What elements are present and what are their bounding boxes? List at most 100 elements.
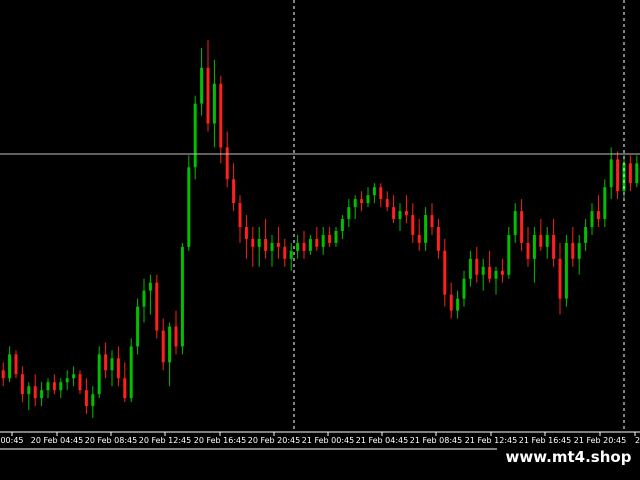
candle-body-bear: [264, 238, 268, 251]
candle-body-bull: [136, 306, 140, 347]
candle-body-bull: [46, 382, 50, 391]
candle-body-bull: [545, 234, 549, 247]
candle-body-bear: [552, 234, 556, 259]
x-tick-label: 21 Feb 04:45: [356, 436, 408, 445]
candle-body-bull: [180, 246, 184, 347]
candle-body-bear: [392, 207, 396, 220]
candle-body-bull: [494, 270, 498, 279]
candle-body-bear: [244, 227, 248, 239]
candle-body-bear: [404, 211, 408, 216]
candle-body-bull: [308, 238, 312, 251]
candle-body-bear: [526, 242, 530, 259]
candle-body-bear: [20, 374, 24, 395]
candle-body-bear: [539, 234, 543, 247]
candle-body-bear: [628, 163, 632, 184]
candle-body-bull: [40, 390, 44, 399]
watermark-text: www.mt4.shop: [497, 444, 640, 470]
candle-body-bear: [385, 199, 389, 208]
candle-body-bear: [520, 211, 524, 243]
candle-body-bull: [142, 290, 146, 307]
candle-body-bear: [616, 159, 620, 192]
x-tick-label: 20 Feb 08:45: [85, 436, 137, 445]
candle-body-bear: [116, 358, 120, 379]
candle-body-bull: [59, 382, 63, 391]
x-tick-label: 00:45: [0, 436, 23, 445]
x-tick-label: 20 Feb 20:45: [248, 436, 300, 445]
candle-body-bear: [379, 187, 383, 200]
candle-body-bear: [558, 258, 562, 299]
candle-body-bear: [488, 266, 492, 279]
candle-body-bull: [148, 282, 152, 291]
candle-body-bull: [462, 278, 466, 299]
candle-body-bull: [200, 67, 204, 104]
candle-body-bull: [513, 211, 517, 235]
candle-body-bear: [84, 390, 88, 407]
candle-body-bear: [251, 238, 255, 247]
candle-body-bull: [564, 242, 568, 299]
candle-body-bull: [507, 234, 511, 275]
candle-body-bear: [276, 242, 280, 247]
chart-window: 00:45 20 Feb 04:45 20 Feb 08:45 20 Feb 12:4…: [0, 0, 640, 480]
candle-body-bear: [360, 199, 364, 204]
candle-body-bear: [417, 234, 421, 243]
candle-body-bear: [1, 370, 5, 379]
candle-body-bear: [232, 179, 236, 204]
candle-body-bull: [168, 326, 172, 363]
candle-body-bear: [104, 354, 108, 371]
candle-body-bear: [436, 227, 440, 251]
candle-body-bear: [33, 386, 37, 399]
candle-body-bear: [174, 326, 178, 347]
candle-body-bull: [609, 159, 613, 188]
x-tick-label: 21 Feb 00:45: [302, 436, 354, 445]
candle-body-bear: [225, 147, 229, 180]
candle-body-bull: [212, 83, 216, 124]
candle-body-bull: [366, 195, 370, 204]
candle-body-bull: [129, 346, 133, 399]
candle-body-bull: [91, 394, 95, 407]
candle-body-bear: [238, 203, 242, 227]
candle-body-bear: [123, 378, 127, 399]
candle-body-bull: [590, 211, 594, 227]
candle-body-bear: [302, 242, 306, 251]
x-tick-label: 20 Feb 04:45: [31, 436, 83, 445]
candle-body-bull: [8, 354, 12, 379]
candle-body-bull: [353, 199, 357, 208]
candle-body-bull: [456, 298, 460, 311]
candle-body-bull: [532, 234, 536, 259]
candle-body-bull: [296, 242, 300, 251]
candle-body-bear: [571, 242, 575, 259]
price-chart: 00:45 20 Feb 04:45 20 Feb 08:45 20 Feb 12:4…: [0, 0, 640, 480]
x-tick-label: 20 Feb 16:45: [194, 436, 246, 445]
candle-body-bull: [72, 374, 76, 379]
candle-body-bear: [449, 294, 453, 311]
candle-body-bull: [110, 358, 114, 371]
candle-body-bull: [577, 242, 581, 259]
candle-body-bull: [321, 234, 325, 247]
candle-body-bear: [328, 234, 332, 243]
candle-body-bull: [27, 386, 31, 395]
candle-body-bear: [596, 211, 600, 220]
x-tick-label: 21 Feb 08:45: [410, 436, 462, 445]
candle-body-bear: [475, 258, 479, 275]
candle-body-bull: [398, 211, 402, 220]
candle-body-bear: [411, 215, 415, 235]
candle-body-bull: [347, 207, 351, 220]
candle-body-bear: [155, 282, 159, 331]
candle-body-bull: [372, 187, 376, 196]
candle-body-bull: [340, 219, 344, 231]
candle-body-bear: [430, 215, 434, 227]
candle-body-bear: [161, 330, 165, 363]
candle-body-bear: [283, 246, 287, 259]
candle-body-bull: [635, 163, 639, 184]
candle-body-bear: [52, 382, 56, 391]
chart-background: [0, 0, 640, 480]
candle-body-bear: [78, 374, 82, 391]
candle-body-bull: [424, 215, 428, 243]
candle-body-bull: [193, 103, 197, 168]
candle-body-bull: [468, 258, 472, 279]
candle-body-bull: [603, 187, 607, 220]
candle-body-bull: [481, 266, 485, 275]
candle-body-bull: [257, 238, 261, 247]
candle-body-bull: [65, 378, 69, 383]
candle-body-bear: [219, 83, 223, 148]
